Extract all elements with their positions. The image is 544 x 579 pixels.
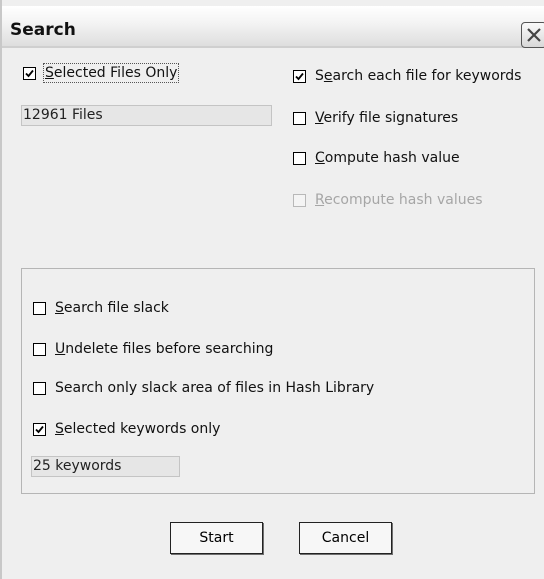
selected-keywords-label: Selected keywords only: [55, 421, 220, 437]
selected-files-only-text: elected Files Only: [53, 65, 178, 81]
recompute-hash-label: Recompute hash values: [315, 192, 483, 208]
selected-files-only-option[interactable]: Selected Files Only: [23, 63, 180, 83]
search-keywords-mnemonic: e: [323, 68, 333, 84]
search-keywords-label: Search each file for keywords: [315, 68, 521, 84]
compute-hash-mnemonic: C: [315, 150, 325, 166]
verify-signatures-mnemonic: V: [315, 110, 324, 126]
search-slack-mnemonic: S: [55, 300, 64, 316]
selected-keywords-checkbox[interactable]: [33, 422, 46, 436]
search-slack-label: Search file slack: [55, 300, 169, 316]
verify-signatures-text: erify file signatures: [323, 110, 459, 126]
search-slack-option[interactable]: Search file slack: [33, 298, 169, 318]
selected-keywords-text: elected keywords only: [63, 421, 221, 437]
selected-keywords-option[interactable]: Selected keywords only: [33, 419, 220, 439]
checkmark-icon: [35, 425, 44, 433]
search-dialog: Search Selected Files Only 12961 Files S…: [0, 0, 544, 579]
selected-keywords-mnemonic: S: [55, 421, 64, 437]
search-slack-text: earch file slack: [63, 300, 169, 316]
cancel-button[interactable]: Cancel: [299, 522, 392, 554]
recompute-hash-option: Recompute hash values: [293, 190, 483, 210]
search-keywords-text: arch each file for keywords: [332, 68, 522, 84]
verify-signatures-option[interactable]: Verify file signatures: [293, 108, 458, 128]
search-slack-checkbox[interactable]: [33, 301, 46, 315]
recompute-hash-checkbox: [293, 193, 306, 207]
search-keywords-prefix: S: [315, 68, 324, 84]
title-bar[interactable]: Search: [2, 6, 544, 48]
recompute-hash-mnemonic: R: [315, 192, 325, 208]
slack-hash-library-label: Search only slack area of files in Hash …: [55, 380, 375, 396]
close-button[interactable]: [521, 22, 544, 48]
undelete-files-mnemonic: U: [55, 341, 66, 357]
search-keywords-checkbox[interactable]: [293, 69, 306, 83]
start-button[interactable]: Start: [170, 522, 263, 554]
undelete-files-label: Undelete files before searching: [55, 341, 273, 357]
selected-files-only-label: Selected Files Only: [42, 63, 180, 83]
close-x-icon: [527, 28, 541, 42]
slack-hash-library-option[interactable]: Search only slack area of files in Hash …: [33, 378, 374, 398]
checkmark-icon: [295, 72, 304, 80]
verify-signatures-checkbox[interactable]: [293, 111, 306, 125]
undelete-files-option[interactable]: Undelete files before searching: [33, 339, 273, 359]
files-count-field: 12961 Files: [21, 105, 272, 126]
search-keywords-option[interactable]: Search each file for keywords: [293, 66, 521, 86]
selected-files-only-mnemonic: S: [45, 65, 54, 81]
verify-signatures-label: Verify file signatures: [315, 110, 458, 126]
compute-hash-option[interactable]: Compute hash value: [293, 148, 460, 168]
compute-hash-checkbox[interactable]: [293, 151, 306, 165]
compute-hash-label: Compute hash value: [315, 150, 460, 166]
compute-hash-text: ompute hash value: [324, 150, 460, 166]
undelete-files-checkbox[interactable]: [33, 342, 46, 356]
recompute-hash-text: ecompute hash values: [324, 192, 483, 208]
slack-hash-library-checkbox[interactable]: [33, 381, 46, 395]
dialog-title: Search: [10, 20, 76, 40]
checkmark-icon: [25, 69, 34, 77]
keywords-count-field: 25 keywords: [31, 456, 180, 477]
selected-files-only-checkbox[interactable]: [23, 66, 36, 80]
undelete-files-text: ndelete files before searching: [65, 341, 274, 357]
